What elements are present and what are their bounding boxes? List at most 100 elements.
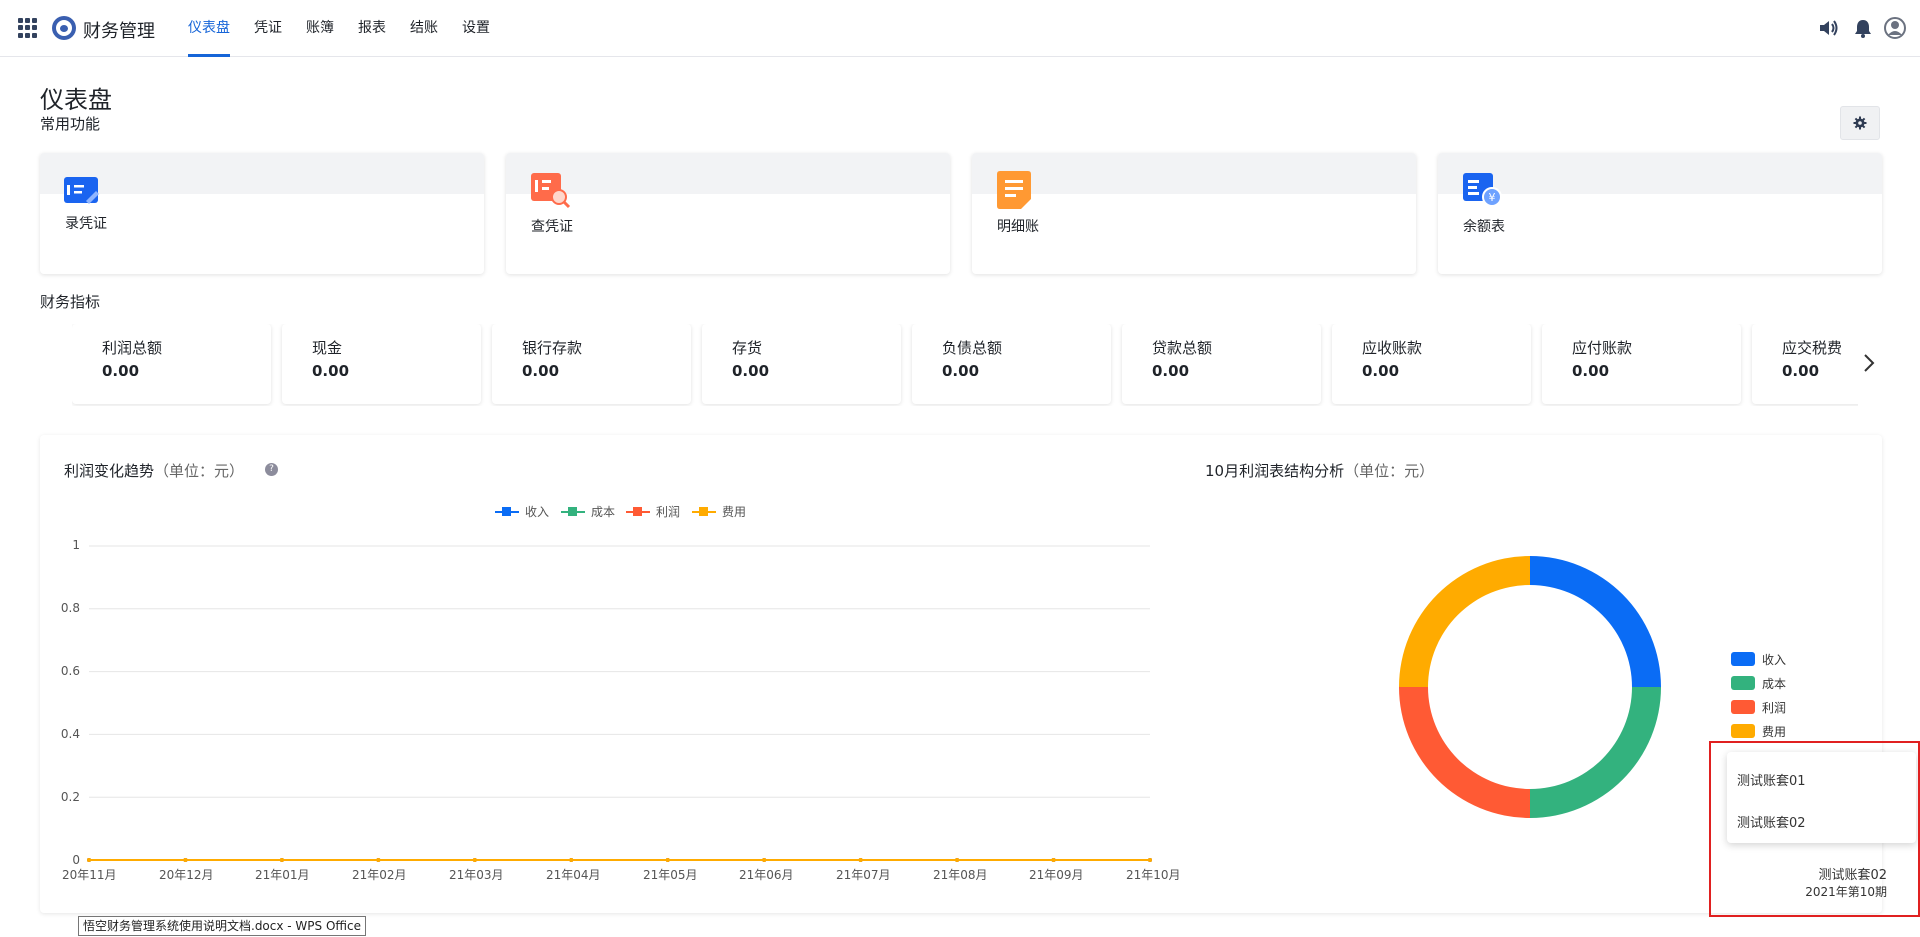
metric-value: 0.00 [1782,362,1820,380]
x-tick-label: 21年06月 [739,868,794,882]
x-tick-label: 20年11月 [62,868,117,882]
pie-legend-swatch [1731,652,1755,666]
donut-slice [1530,687,1661,818]
nav-voucher[interactable]: 凭证 [254,0,282,57]
pie-legend-swatch [1731,724,1755,738]
y-tick-label: 0.8 [60,601,80,615]
x-tick-label: 21年05月 [643,868,698,882]
line-chart-title: 利润变化趋势（单位：元） [64,462,245,480]
legend-label[interactable]: 费用 [722,503,746,520]
nav-settings[interactable]: 设置 [462,0,490,57]
legend-label[interactable]: 成本 [591,503,615,520]
legend-marker [502,507,511,516]
metric-name: 应付账款 [1572,339,1633,357]
metric-name: 应交税费 [1782,339,1843,357]
current-period: 2021年第10期 [1805,885,1887,899]
y-tick-label: 1 [72,538,80,552]
metric-name: 贷款总额 [1152,339,1213,357]
pie-chart-title: 10月利润表结构分析（单位：元） [1205,462,1435,480]
metric-name: 负债总额 [942,339,1003,357]
metric-card[interactable]: 银行存款 0.00 [492,324,691,404]
gear-icon [1853,116,1867,130]
quick-card-label: 余额表 [1463,219,1505,235]
current-account[interactable]: 测试账套02 [1818,864,1887,883]
metric-value: 0.00 [1152,362,1190,380]
quick-card-label: 查凭证 [531,219,573,235]
metric-value: 0.00 [522,362,560,380]
nav-ledger[interactable]: 账簿 [306,0,334,57]
pie-legend-swatch [1731,700,1755,714]
metrics-label: 财务指标 [40,293,101,311]
x-tick-label: 21年07月 [836,868,891,882]
quick-card-detail-ledger[interactable]: 明细账 [972,153,1416,274]
metric-name: 应收账款 [1362,339,1423,357]
svg-text:¥: ¥ [1489,191,1496,204]
x-tick-label: 21年09月 [1029,868,1084,882]
help-icon[interactable]: ? [265,463,278,476]
metric-value: 0.00 [732,362,770,380]
detail-ledger-icon [997,171,1031,209]
legend-label[interactable]: 收入 [525,503,549,520]
chevron-right-icon[interactable] [1862,352,1876,374]
voucher-entry-icon [64,177,99,204]
legend-label[interactable]: 利润 [656,503,680,520]
quick-card-balance-sheet[interactable]: ¥ 余额表 [1438,153,1882,274]
metric-value: 0.00 [942,362,980,380]
donut-slice [1399,556,1530,687]
metric-card[interactable]: 贷款总额 0.00 [1122,324,1321,404]
app-grid-icon[interactable] [18,18,38,38]
y-tick-label: 0.6 [60,664,80,678]
speaker-icon[interactable] [1817,17,1839,39]
pie-legend-label[interactable]: 成本 [1762,675,1786,692]
pie-legend-label[interactable]: 利润 [1762,699,1786,716]
main-nav: 仪表盘 凭证 账簿 报表 结账 设置 [188,0,514,57]
metric-card[interactable]: 利润总额 0.00 [72,324,271,404]
y-tick-label: 0.4 [60,727,80,741]
legend-marker [568,507,577,516]
quick-card-label: 录凭证 [65,216,107,232]
quick-card-voucher-search[interactable]: 查凭证 [506,153,950,274]
top-bar: 财务管理 仪表盘 凭证 账簿 报表 结账 设置 [0,0,1920,57]
quick-actions-label: 常用功能 [40,115,101,133]
metric-card[interactable]: 应付账款 0.00 [1542,324,1741,404]
x-tick-label: 21年01月 [255,868,310,882]
metric-card[interactable]: 负债总额 0.00 [912,324,1111,404]
metric-value: 0.00 [1362,362,1400,380]
user-avatar-icon[interactable] [1884,17,1906,39]
x-tick-label: 21年03月 [449,868,504,882]
voucher-search-icon [531,173,571,209]
metric-name: 存货 [732,339,763,357]
x-tick-label: 21年02月 [352,868,407,882]
nav-closing[interactable]: 结账 [410,0,438,57]
x-tick-label: 21年04月 [546,868,601,882]
nav-dashboard[interactable]: 仪表盘 [188,0,230,57]
legend-marker [699,507,708,516]
bell-icon[interactable] [1852,17,1874,39]
donut-slice [1530,556,1661,687]
quick-card-voucher-entry[interactable]: 录凭证 [40,153,484,274]
pie-legend-label[interactable]: 收入 [1762,651,1786,668]
donut-slice [1399,687,1530,818]
metric-name: 现金 [312,339,343,357]
metrics-carousel: 利润总额 0.00 现金 0.00 银行存款 0.00 存货 0.00 负债总额… [72,324,1858,406]
app-logo [52,16,76,40]
metric-card[interactable]: 应交税费 0.00 [1752,324,1858,404]
legend-marker [633,507,642,516]
metric-card[interactable]: 应收账款 0.00 [1332,324,1531,404]
metric-card[interactable]: 现金 0.00 [282,324,481,404]
y-tick-label: 0 [72,853,80,867]
balance-sheet-icon: ¥ [1463,173,1502,207]
settings-button[interactable] [1840,106,1880,140]
page-title: 仪表盘 [40,86,112,114]
x-tick-label: 20年12月 [159,868,214,882]
taskbar-tooltip: 悟空财务管理系统使用说明文档.docx - WPS Office [78,916,366,936]
quick-card-label: 明细账 [997,219,1039,235]
pie-legend-label[interactable]: 费用 [1762,723,1786,740]
donut-chart [1399,556,1661,818]
metric-value: 0.00 [102,362,140,380]
nav-reports[interactable]: 报表 [358,0,386,57]
y-tick-label: 0.2 [60,790,80,804]
metric-card[interactable]: 存货 0.00 [702,324,901,404]
pie-legend-swatch [1731,676,1755,690]
app-title: 财务管理 [83,21,155,42]
